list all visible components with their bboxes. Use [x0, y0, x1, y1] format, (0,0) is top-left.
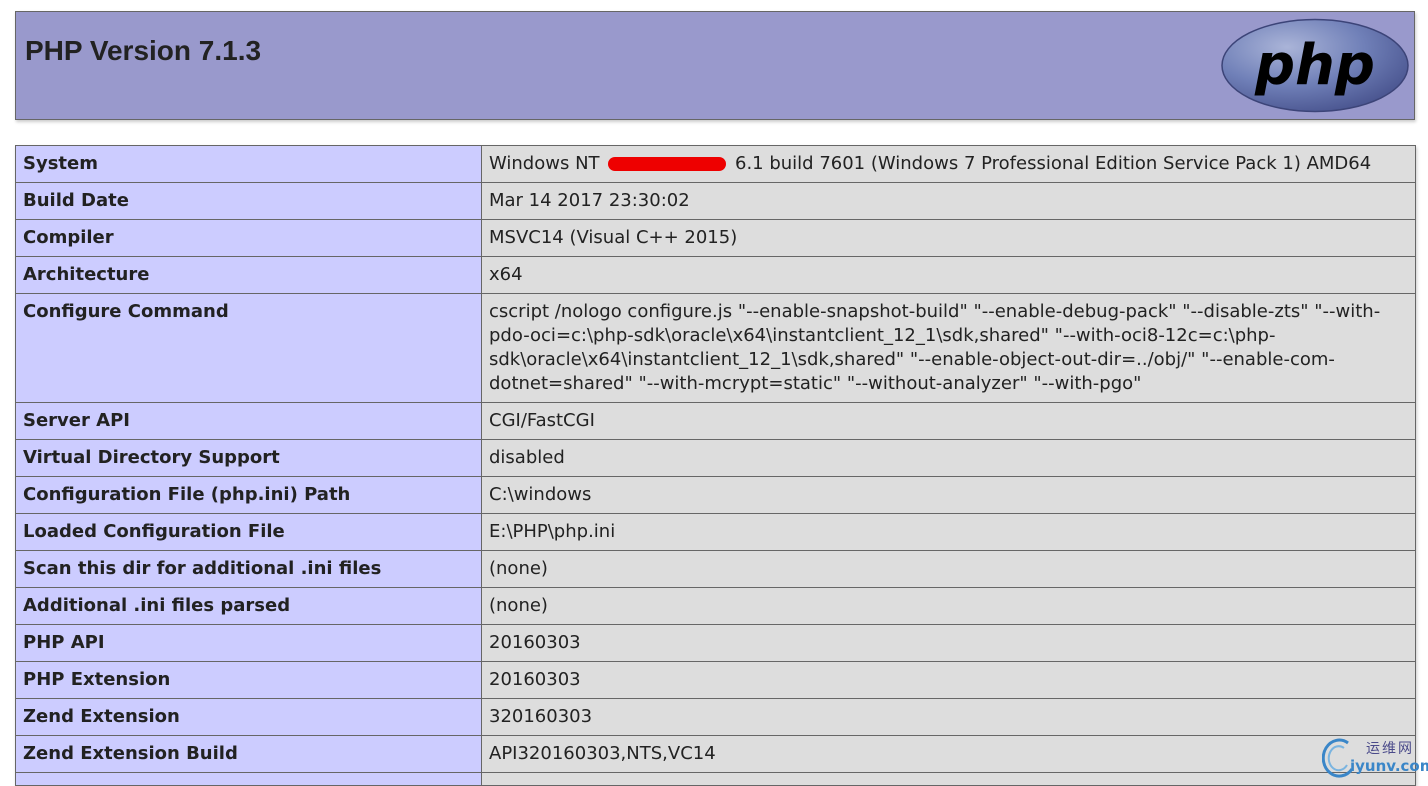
row-value: cscript /nologo configure.js "--enable-s… [481, 293, 1416, 403]
row-key: Additional .ini files parsed [15, 587, 482, 625]
row-value-text: Windows NT [489, 153, 606, 174]
table-row: Zend Extension 320160303 [15, 698, 1416, 736]
table-row: Configuration File (php.ini) Path C:\wind… [15, 476, 1416, 514]
php-logo-icon: php [1221, 18, 1409, 113]
watermark: 运维网 iyunv.com [1322, 735, 1428, 781]
row-value: Windows NT 6.1 build 7601 (Windows 7 Pro… [481, 145, 1416, 183]
watermark-en-text: iyunv.com [1350, 757, 1428, 775]
row-value [481, 772, 1416, 786]
php-header-banner: PHP Version 7.1.3 php [15, 11, 1415, 120]
row-value: CGI/FastCGI [481, 402, 1416, 440]
row-key: Scan this dir for additional .ini files [15, 550, 482, 588]
row-key: Zend Extension [15, 698, 482, 736]
logo-text: php [1254, 33, 1375, 98]
row-key: System [15, 145, 482, 183]
table-row: System Windows NT 6.1 build 7601 (Windows… [15, 145, 1416, 183]
table-row: PHP API 20160303 [15, 624, 1416, 662]
table-row: Loaded Configuration File E:\PHP\php.ini [15, 513, 1416, 551]
table-row: Build Date Mar 14 2017 23:30:02 [15, 182, 1416, 220]
row-value: 20160303 [481, 624, 1416, 662]
row-value: (none) [481, 550, 1416, 588]
table-row: Configure Command cscript /nologo configu… [15, 293, 1416, 403]
table-row: Architecture x64 [15, 256, 1416, 294]
row-key: Architecture [15, 256, 482, 294]
row-key: Compiler [15, 219, 482, 257]
table-row: PHP Extension 20160303 [15, 661, 1416, 699]
table-row: Server API CGI/FastCGI [15, 402, 1416, 440]
table-row: Virtual Directory Support disabled [15, 439, 1416, 477]
table-row: Scan this dir for additional .ini files(… [15, 550, 1416, 588]
row-value: E:\PHP\php.ini [481, 513, 1416, 551]
row-key: Build Date [15, 182, 482, 220]
row-value-text: 6.1 build 7601 (Windows 7 Professional E… [729, 153, 1372, 174]
row-value: 20160303 [481, 661, 1416, 699]
row-key: Configure Command [15, 293, 482, 403]
row-key: Server API [15, 402, 482, 440]
row-key: Loaded Configuration File [15, 513, 482, 551]
row-key: PHP API [15, 624, 482, 662]
table-row: Additional .ini files parsed (none) [15, 587, 1416, 625]
php-info-table: System Windows NT 6.1 build 7601 (Windows… [15, 145, 1416, 786]
watermark-cn-text: 运维网 [1366, 741, 1414, 757]
row-value: API320160303,NTS,VC14 [481, 735, 1416, 773]
row-key: Virtual Directory Support [15, 439, 482, 477]
row-value: Mar 14 2017 23:30:02 [481, 182, 1416, 220]
row-key: PHP Extension [15, 661, 482, 699]
table-row: Zend Extension Build API320160303,NTS,VC1… [15, 735, 1416, 773]
row-key: Zend Extension Build [15, 735, 482, 773]
row-value: MSVC14 (Visual C++ 2015) [481, 219, 1416, 257]
row-key: Configuration File (php.ini) Path [15, 476, 482, 514]
row-value: x64 [481, 256, 1416, 294]
row-value: C:\windows [481, 476, 1416, 514]
redaction-mark [608, 157, 727, 171]
page-title: PHP Version 7.1.3 [25, 35, 262, 66]
row-value: 320160303 [481, 698, 1416, 736]
row-key [15, 772, 482, 786]
row-value: (none) [481, 587, 1416, 625]
row-value: disabled [481, 439, 1416, 477]
table-row [15, 772, 1416, 786]
table-row: Compiler MSVC14 (Visual C++ 2015) [15, 219, 1416, 257]
